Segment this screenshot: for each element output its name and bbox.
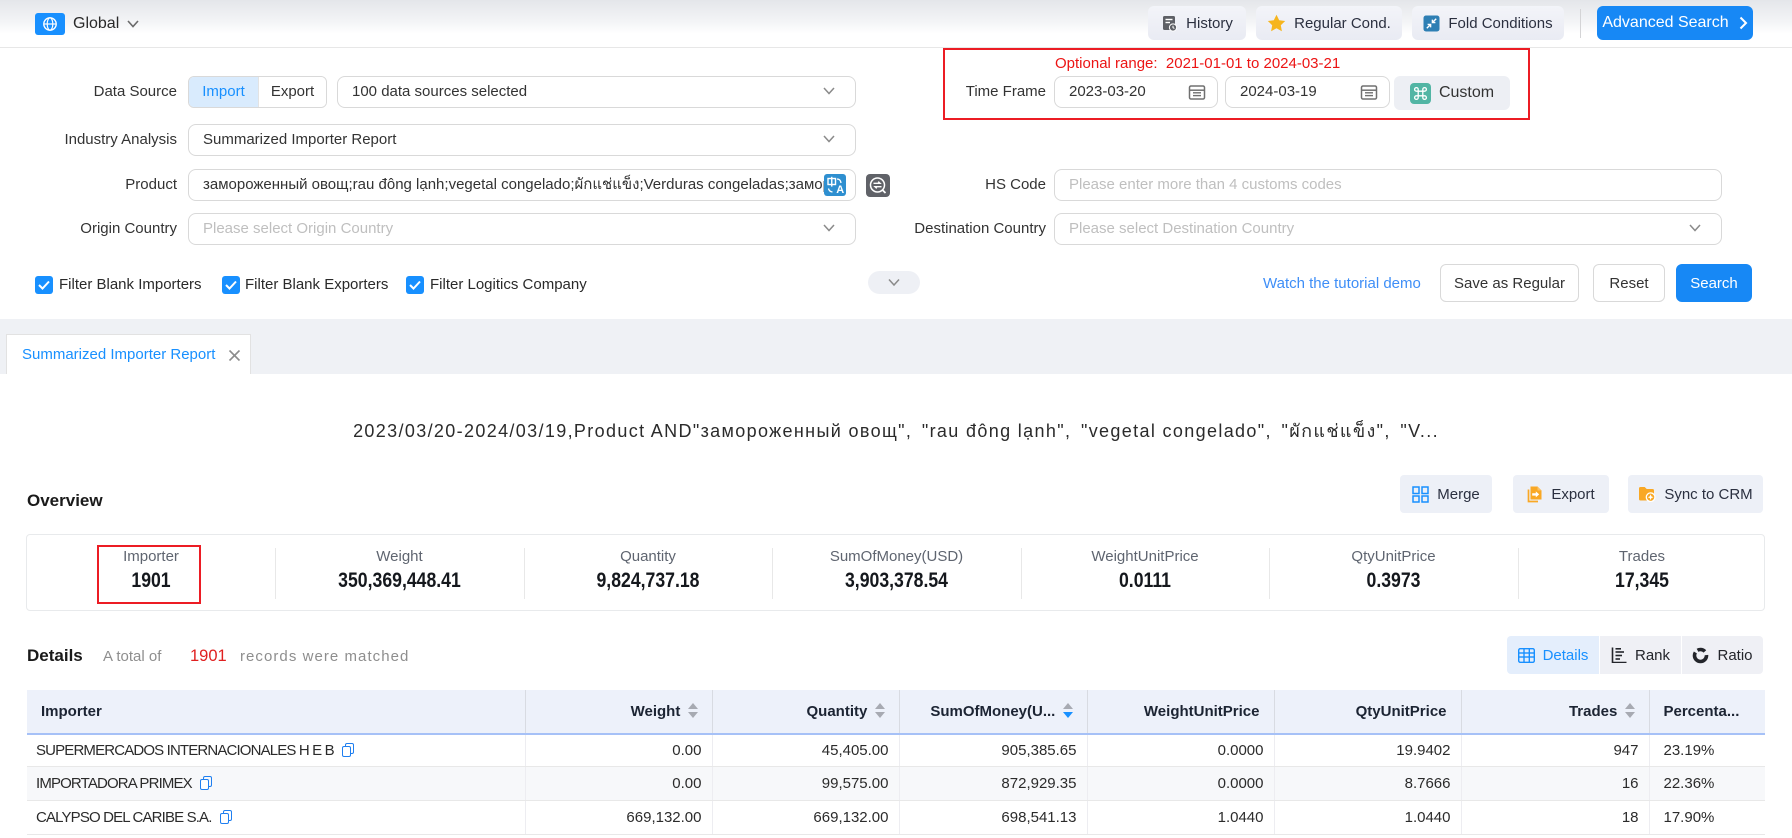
svg-text:A: A bbox=[836, 184, 844, 196]
